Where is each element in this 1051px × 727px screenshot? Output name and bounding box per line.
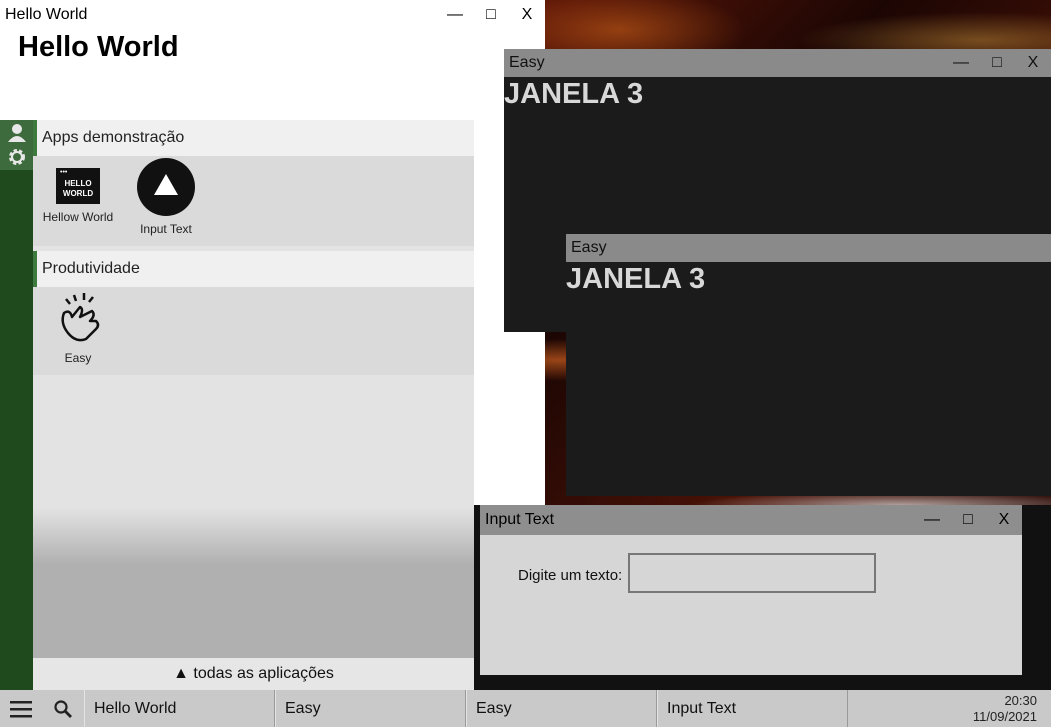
triangle-circle-icon	[137, 158, 195, 216]
easy-heading: JANELA 3	[566, 263, 706, 295]
input-text-panel: Digite um texto:	[480, 535, 1022, 675]
taskbar-item-hello-world[interactable]: Hello World	[84, 690, 275, 727]
window-title: Input Text	[485, 511, 555, 528]
category-apps: ••• HELLO WORLD Hellow World Input Text	[33, 156, 474, 246]
text-prompt-label: Digite um texto:	[518, 567, 623, 584]
clock-date: 11/09/2021	[972, 709, 1037, 724]
search-button[interactable]	[42, 690, 84, 727]
hamburger-icon	[10, 700, 32, 717]
minimize-button[interactable]: —	[914, 511, 950, 529]
user-icon[interactable]	[0, 120, 33, 145]
app-label: Hellow World	[42, 210, 114, 224]
all-apps-button[interactable]: ▲ todas as aplicações	[33, 658, 474, 690]
clock-time: 20:30	[1004, 693, 1037, 708]
window-title: Easy	[509, 54, 545, 71]
app-label: Easy	[64, 351, 92, 365]
close-button[interactable]: X	[986, 511, 1022, 529]
search-icon	[54, 699, 72, 718]
taskbar-item-easy[interactable]: Easy	[275, 690, 466, 727]
taskbar: Hello World Easy Easy Input Text 20:30 1…	[0, 690, 1051, 727]
app-easy[interactable]: Easy	[33, 289, 123, 365]
maximize-button[interactable]: □	[979, 54, 1015, 72]
app-input-text[interactable]: Input Text	[121, 158, 211, 236]
hello-world-heading: Hello World	[18, 31, 179, 63]
category-header: Apps demonstração	[33, 120, 474, 156]
rail-top	[0, 120, 33, 170]
gear-icon[interactable]	[0, 145, 33, 170]
text-input[interactable]	[628, 553, 876, 593]
close-button[interactable]: X	[1015, 54, 1051, 72]
close-button[interactable]: X	[509, 6, 545, 24]
window-title: Easy	[571, 239, 607, 256]
minimize-button[interactable]: —	[437, 6, 473, 24]
minimize-button[interactable]: —	[943, 54, 979, 72]
hello-world-app-icon: ••• HELLO WORLD	[56, 168, 100, 204]
window-dots-icon: •••	[60, 169, 68, 176]
easy-heading: JANELA 3	[504, 78, 644, 110]
clock[interactable]: 20:30 11/09/2021	[941, 690, 1051, 727]
menu-button[interactable]	[0, 690, 42, 727]
input-text-window: Input Text — □ X Digite um texto:	[474, 505, 1051, 690]
input-text-titlebar[interactable]: Input Text — □ X	[480, 505, 1022, 535]
hello-world-titlebar[interactable]: Hello World — □ X	[0, 0, 545, 30]
finger-snap-icon	[61, 293, 100, 342]
easy-titlebar[interactable]: Easy	[566, 234, 1051, 262]
start-menu: Apps demonstração ••• HELLO WORLD Hellow…	[33, 120, 474, 690]
start-menu-rail	[0, 120, 33, 690]
window-title: Hello World	[5, 6, 88, 23]
taskbar-item-input-text[interactable]: Input Text	[657, 690, 848, 727]
category-header: Produtividade	[33, 251, 474, 287]
taskbar-item-easy[interactable]: Easy	[466, 690, 657, 727]
category-apps: Easy	[33, 287, 474, 375]
easy-window-front: Easy JANELA 3	[566, 234, 1051, 496]
hello-world-icon-text: HELLO WORLD	[62, 179, 94, 198]
app-label: Input Text	[140, 222, 192, 236]
app-hello-world[interactable]: ••• HELLO WORLD Hellow World	[33, 168, 123, 224]
maximize-button[interactable]: □	[473, 6, 509, 24]
maximize-button[interactable]: □	[950, 511, 986, 529]
easy-titlebar[interactable]: Easy — □ X	[504, 49, 1051, 77]
